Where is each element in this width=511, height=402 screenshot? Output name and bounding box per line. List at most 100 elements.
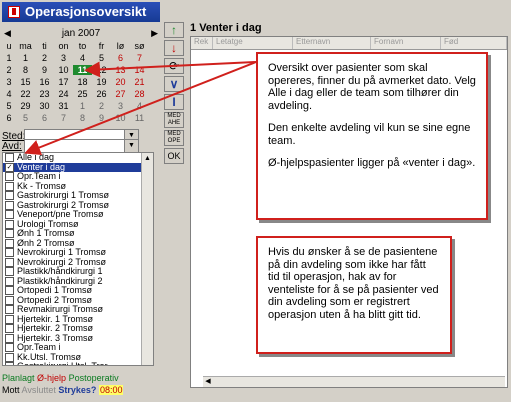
checkbox[interactable] <box>5 295 14 305</box>
calendar-day[interactable]: 8 <box>73 113 92 123</box>
calendar-day[interactable]: 10 <box>111 113 130 123</box>
checkbox[interactable] <box>5 352 14 362</box>
column-header[interactable]: Letatge <box>213 37 293 49</box>
checkbox[interactable] <box>5 276 14 286</box>
calendar-day[interactable]: 19 <box>92 77 111 87</box>
scroll-left-icon[interactable]: ◀ <box>203 377 213 387</box>
next-month-icon[interactable]: ▶ <box>151 28 158 39</box>
checkbox[interactable] <box>5 181 14 191</box>
checkbox[interactable] <box>5 248 14 258</box>
calendar-day[interactable]: 11 <box>130 113 149 123</box>
calendar-day[interactable]: 22 <box>16 89 35 99</box>
checkbox[interactable] <box>5 324 14 334</box>
calendar-day[interactable]: 11 <box>73 65 92 75</box>
calendar-day[interactable]: 26 <box>92 89 111 99</box>
checkbox[interactable] <box>5 314 14 324</box>
calendar-day[interactable]: 8 <box>16 65 35 75</box>
checkbox[interactable] <box>5 305 14 315</box>
checkbox[interactable] <box>5 200 14 210</box>
expand-button[interactable]: ∨ <box>164 76 184 92</box>
prev-month-icon[interactable]: ◀ <box>4 28 11 39</box>
calendar-day[interactable]: 17 <box>54 77 73 87</box>
calendar-day[interactable]: 28 <box>130 89 149 99</box>
checkbox[interactable] <box>5 219 14 229</box>
calendar-day[interactable]: 24 <box>54 89 73 99</box>
calendar-day[interactable]: 4 <box>73 53 92 63</box>
list-item[interactable]: Gastrokirurgi Utsl. Tror <box>3 361 153 365</box>
calendar-day[interactable]: 2 <box>92 101 111 111</box>
checkbox[interactable] <box>5 191 14 201</box>
calendar-day[interactable]: 5 <box>16 113 35 123</box>
checkbox[interactable] <box>5 257 14 267</box>
avd-select[interactable]: ▼ <box>24 139 139 153</box>
calendar-day[interactable]: 16 <box>35 77 54 87</box>
checkbox[interactable] <box>5 362 14 365</box>
refresh-button[interactable]: ⟳ <box>164 58 184 74</box>
legend-avsluttet: Avsluttet <box>21 385 56 395</box>
checkbox[interactable] <box>5 210 14 220</box>
calendar-day[interactable]: 7 <box>130 53 149 63</box>
calendar-week: 3 15 16 17 18 19 20 21 <box>2 76 160 88</box>
calendar-day[interactable]: 29 <box>16 101 35 111</box>
week-number: 6 <box>6 113 12 123</box>
calendar-day[interactable]: 3 <box>54 53 73 63</box>
calendar-day[interactable]: 12 <box>92 65 111 75</box>
calendar-day[interactable]: 15 <box>16 77 35 87</box>
calendar-day[interactable]: 1 <box>16 53 35 63</box>
week-number: 4 <box>6 89 12 99</box>
calendar-day[interactable]: 20 <box>111 77 130 87</box>
checkbox[interactable] <box>5 172 14 182</box>
app-window: Operasjonsoversikt ◀ jan 2007 ▶ u ma ti on t… <box>0 0 511 402</box>
calendar-day[interactable]: 1 <box>73 101 92 111</box>
column-header[interactable]: Fornavn <box>371 37 441 49</box>
calendar-day[interactable]: 6 <box>111 53 130 63</box>
checkbox[interactable] <box>5 343 14 353</box>
calendar-day[interactable]: 25 <box>73 89 92 99</box>
panel-number: 1 <box>190 22 197 34</box>
move-up-button[interactable]: ↑ <box>164 22 184 38</box>
calendar-day[interactable]: 2 <box>35 53 54 63</box>
checkbox[interactable] <box>5 333 14 343</box>
calendar-day[interactable]: 23 <box>35 89 54 99</box>
horizontal-scrollbar[interactable]: ◀ <box>203 376 505 387</box>
calendar-day[interactable]: 3 <box>111 101 130 111</box>
calendar-day[interactable]: 7 <box>54 113 73 123</box>
checkbox[interactable]: ✓ <box>5 162 14 172</box>
calendar-day[interactable]: 9 <box>35 65 54 75</box>
weekday-label: fr <box>98 41 105 51</box>
calendar-day[interactable]: 18 <box>73 77 92 87</box>
column-header[interactable]: Fød <box>441 37 507 49</box>
calendar-day[interactable]: 10 <box>54 65 73 75</box>
calendar-day[interactable]: 13 <box>111 65 130 75</box>
checkbox[interactable] <box>5 267 14 277</box>
calendar-day[interactable]: 6 <box>35 113 54 123</box>
calendar-day[interactable]: 31 <box>54 101 73 111</box>
checkbox[interactable] <box>5 286 14 296</box>
checkbox[interactable] <box>5 153 14 163</box>
checkbox[interactable] <box>5 238 14 248</box>
info-button[interactable]: I <box>164 94 184 110</box>
week-number: 3 <box>6 77 12 87</box>
note2-para1: Hvis du ønsker å se de pasientene på din… <box>268 246 439 321</box>
calendar-day[interactable]: 14 <box>130 65 149 75</box>
list-scrollbar[interactable]: ▲ <box>141 153 153 365</box>
ok-button[interactable]: OK <box>164 148 184 164</box>
column-header[interactable]: Rek <box>191 37 213 49</box>
move-down-button[interactable]: ↓ <box>164 40 184 56</box>
window-titlebar: Operasjonsoversikt <box>2 2 160 22</box>
calendar-day[interactable]: 27 <box>111 89 130 99</box>
calendar-day[interactable]: 9 <box>92 113 111 123</box>
calendar-day[interactable]: 21 <box>130 77 149 87</box>
chevron-down-icon[interactable]: ▼ <box>124 140 138 152</box>
calendar-day[interactable]: 30 <box>35 101 54 111</box>
checkbox[interactable] <box>5 229 14 239</box>
calendar-day[interactable]: 5 <box>92 53 111 63</box>
toolbar-column: ↑ ↓ ⟳ ∨ I MED AHE MED OPE OK <box>164 22 186 164</box>
med-ahe-button[interactable]: MED AHE <box>164 112 184 128</box>
calendar-day[interactable]: 4 <box>130 101 149 111</box>
med-ope-button[interactable]: MED OPE <box>164 130 184 146</box>
column-header[interactable]: Etternavn <box>293 37 371 49</box>
department-list[interactable]: ▲ Alle i dag ✓ Venter i dag Opr.Team i Kk - … <box>2 152 154 366</box>
weekday-label: sø <box>134 41 145 51</box>
scroll-up-icon[interactable]: ▲ <box>142 153 153 164</box>
